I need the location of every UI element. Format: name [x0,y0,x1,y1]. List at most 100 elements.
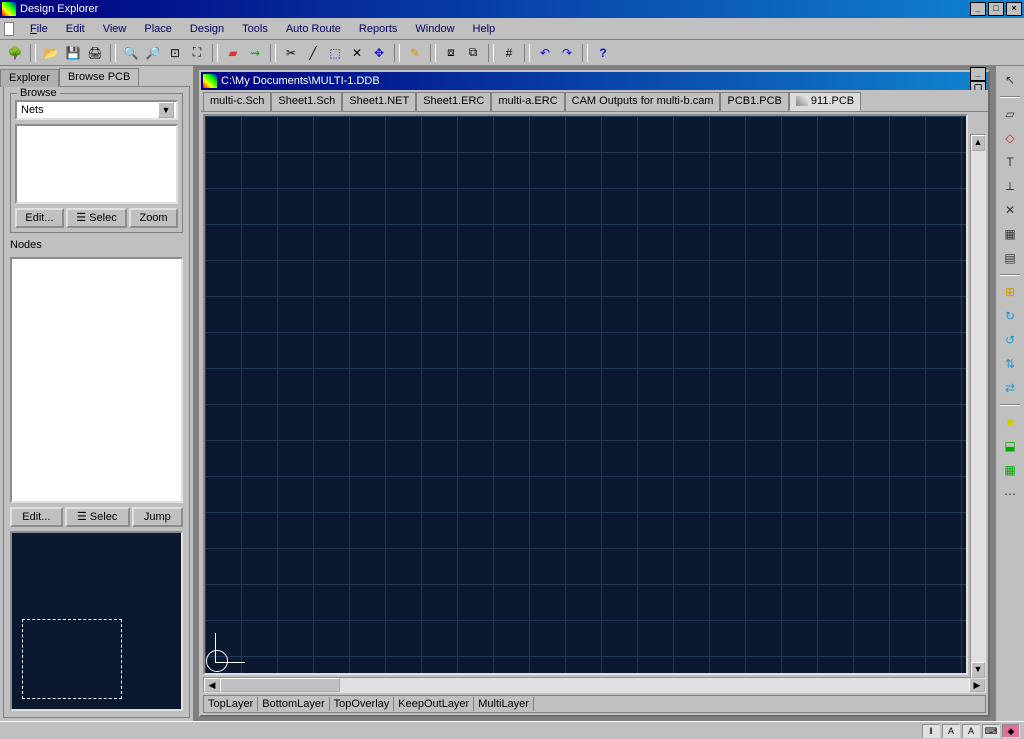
shape-tool-icon[interactable]: ▱ [1000,104,1020,124]
vertical-scrollbar[interactable]: ▲ ▼ [970,134,986,679]
text-tool-icon[interactable]: T [1000,152,1020,172]
layer-keepout[interactable]: KeepOutLayer [394,697,474,711]
cut-icon[interactable]: ✂ [282,44,300,62]
redo-icon[interactable]: ↷ [558,44,576,62]
dimension-tool-icon[interactable]: ⟂ [1000,176,1020,196]
menu-view[interactable]: View [95,21,135,37]
layer-bottom[interactable]: BottomLayer [258,697,329,711]
minimize-button[interactable]: _ [970,2,986,16]
menu-place[interactable]: Place [136,21,180,37]
document-tabs: multi-c.Sch Sheet1.Sch Sheet1.NET Sheet1… [201,90,988,112]
tab-sheet1-net[interactable]: Sheet1.NET [342,92,416,111]
layer-tabs: TopLayer BottomLayer TopOverlay KeepOutL… [203,695,986,713]
grid-icon[interactable]: # [500,44,518,62]
zoom-fit-icon[interactable]: ⊡ [166,44,184,62]
minimap-viewport[interactable] [22,619,122,699]
tab-explorer[interactable]: Explorer [0,69,59,87]
status-box-3[interactable]: A [962,724,980,738]
layer2-icon[interactable]: ⬓ [1000,436,1020,456]
maximize-button[interactable]: □ [988,2,1004,16]
tab-cam-outputs[interactable]: CAM Outputs for multi-b.cam [565,92,721,111]
more-icon[interactable]: ⋯ [1000,484,1020,504]
layer-multi[interactable]: MultiLayer [474,697,534,711]
layer3-icon[interactable]: ▦ [1000,460,1020,480]
cursor-tool-icon[interactable]: ↖ [1000,70,1020,90]
fill-tool-icon[interactable]: ▦ [1000,224,1020,244]
tab-sheet1-erc[interactable]: Sheet1.ERC [416,92,491,111]
via-tool-icon[interactable]: ✕ [1000,200,1020,220]
select-icon[interactable]: ⬚ [326,44,344,62]
menu-autoroute[interactable]: Auto Route [278,21,349,37]
system-menu-icon[interactable] [4,22,14,36]
highlight-icon[interactable]: ✎ [406,44,424,62]
tab-sheet1-sch[interactable]: Sheet1.Sch [271,92,342,111]
edit-button[interactable]: Edit... [15,208,64,228]
open-icon[interactable]: 📂 [42,44,60,62]
zoom-button[interactable]: Zoom [129,208,178,228]
document-title: C:\My Documents\MULTI-1.DDB [221,75,970,87]
rotate-ccw-icon[interactable]: ↺ [1000,330,1020,350]
flip-h-icon[interactable]: ⇄ [1000,378,1020,398]
print-icon[interactable]: 🖨 [86,44,104,62]
array-tool-icon[interactable]: ⊞ [1000,282,1020,302]
pad-tool-icon[interactable]: ◇ [1000,128,1020,148]
menu-tools[interactable]: Tools [234,21,276,37]
rotate-cw-icon[interactable]: ↻ [1000,306,1020,326]
help-icon[interactable]: ? [594,44,612,62]
vscroll-track[interactable] [971,151,985,662]
menu-file[interactable]: File [22,21,56,37]
menu-reports[interactable]: Reports [351,21,406,37]
zoom-region-icon[interactable]: ⛶ [188,44,206,62]
zoom-out-icon[interactable]: 🔎 [144,44,162,62]
move-icon[interactable]: ✥ [370,44,388,62]
close-button[interactable]: × [1006,2,1022,16]
status-box-4[interactable]: ⌨ [982,724,1000,738]
hscroll-track[interactable] [220,678,969,692]
select-button[interactable]: ☰ Selec [66,208,127,228]
scroll-left-icon[interactable]: ◀ [204,678,220,692]
minimap[interactable] [10,531,183,711]
place-icon[interactable]: ▰ [224,44,242,62]
browse-icon[interactable]: ⧉ [464,44,482,62]
route-icon[interactable]: ⇝ [246,44,264,62]
chevron-down-icon[interactable]: ▼ [158,102,174,118]
menu-design[interactable]: Design [182,21,232,37]
layer1-icon[interactable]: ■ [1000,412,1020,432]
nodes-listbox[interactable] [10,257,183,503]
menu-help[interactable]: Help [465,21,504,37]
tab-911-pcb[interactable]: 911.PCB [789,92,861,111]
select-button-2[interactable]: ☰ Selec [65,507,130,527]
scroll-down-icon[interactable]: ▼ [971,662,985,678]
menu-window[interactable]: Window [407,21,462,37]
flip-v-icon[interactable]: ⇅ [1000,354,1020,374]
edit-button-2[interactable]: Edit... [10,507,63,527]
undo-icon[interactable]: ↶ [536,44,554,62]
layer-top[interactable]: TopLayer [204,697,258,711]
layer-topoverlay[interactable]: TopOverlay [330,697,395,711]
browse-listbox[interactable] [15,124,178,204]
tree-icon[interactable]: 🌳 [6,44,24,62]
tab-browse-pcb[interactable]: Browse PCB [59,68,139,86]
zoom-in-icon[interactable]: 🔍 [122,44,140,62]
status-box-1[interactable]: ‖ [922,724,940,738]
save-icon[interactable]: 💾 [64,44,82,62]
jump-button[interactable]: Jump [132,507,183,527]
line-icon[interactable]: ╱ [304,44,322,62]
pcb-canvas[interactable] [203,114,968,675]
menu-edit[interactable]: Edit [58,21,93,37]
hscroll-thumb[interactable] [220,678,340,692]
tab-multi-a-erc[interactable]: multi-a.ERC [491,92,564,111]
left-panel: Explorer Browse PCB Browse Nets ▼ Edit..… [0,66,195,721]
browse-combo[interactable]: Nets ▼ [15,100,178,120]
deselect-icon[interactable]: ✕ [348,44,366,62]
scroll-right-icon[interactable]: ▶ [969,678,985,692]
status-box-2[interactable]: A [942,724,960,738]
tab-multi-c-sch[interactable]: multi-c.Sch [203,92,271,111]
scroll-up-icon[interactable]: ▲ [971,135,985,151]
tab-pcb1[interactable]: PCB1.PCB [720,92,788,111]
hatch-tool-icon[interactable]: ▤ [1000,248,1020,268]
status-box-5[interactable]: ◆ [1002,724,1020,738]
library-icon[interactable]: ⧈ [442,44,460,62]
doc-minimize-button[interactable]: _ [970,67,986,81]
horizontal-scrollbar[interactable]: ◀ ▶ [203,677,986,693]
